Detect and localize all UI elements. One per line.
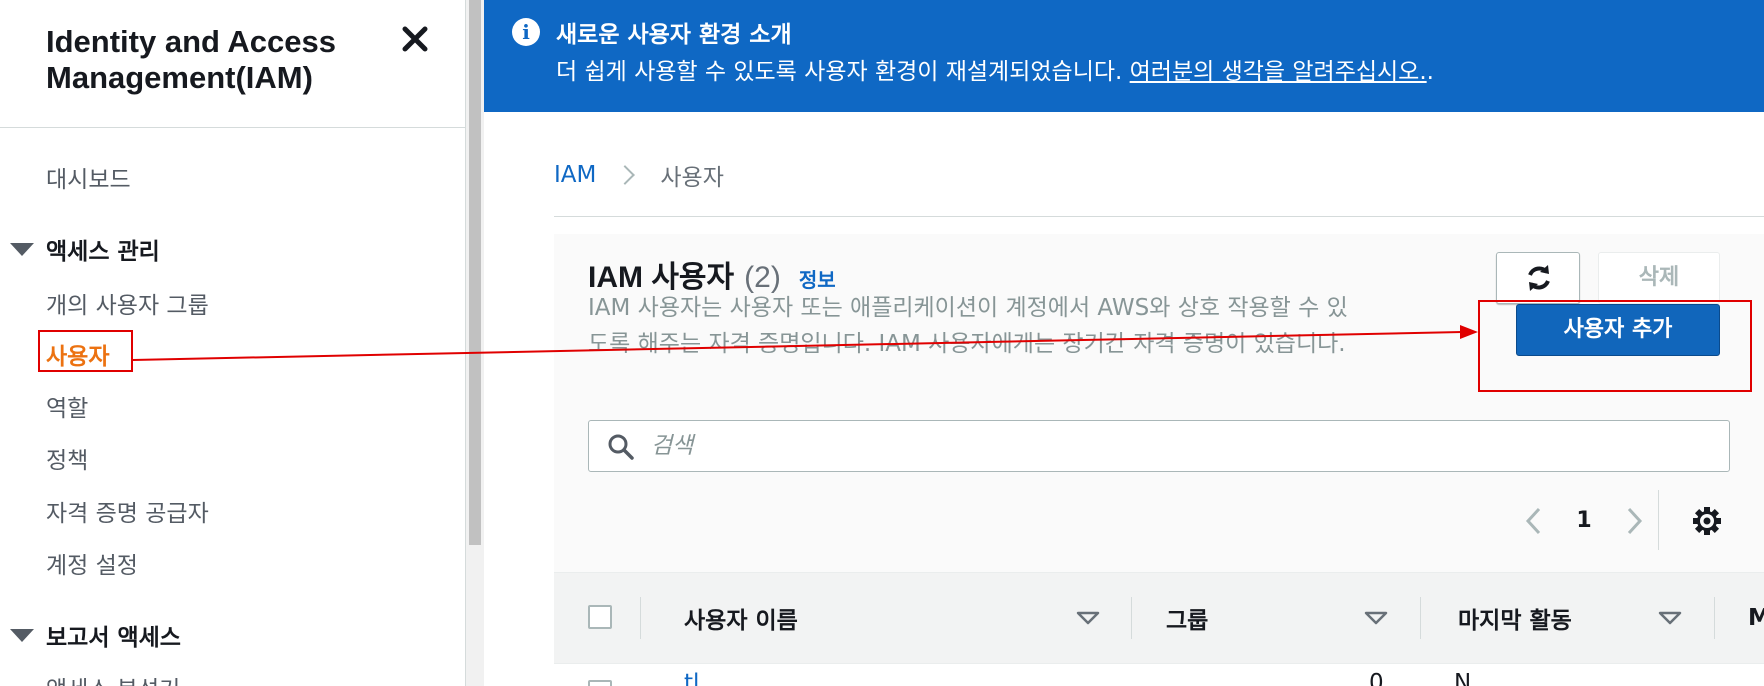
- chevron-right-icon: [1627, 507, 1643, 535]
- sidebar-title: Identity and Access Management(IAM): [46, 24, 337, 95]
- row-username-link[interactable]: tl: [684, 670, 699, 686]
- chevron-left-icon: [1525, 507, 1541, 535]
- caret-down-icon: [10, 242, 34, 256]
- row-groups: 0: [1369, 670, 1384, 686]
- sidebar-item-identity-providers[interactable]: 자격 증명 공급자: [46, 494, 209, 528]
- next-page-button[interactable]: [1614, 498, 1654, 544]
- preferences-button[interactable]: [1684, 498, 1730, 544]
- sidebar-item-account-settings[interactable]: 계정 설정: [46, 546, 138, 580]
- sort-down-icon[interactable]: [1076, 611, 1100, 625]
- sidebar: Identity and Access Management(IAM) 대시보드…: [0, 0, 466, 686]
- breadcrumb-divider: [554, 216, 1764, 217]
- banner-message: 더 쉽게 사용할 수 있도록 사용자 환경이 재설계되었습니다.: [556, 59, 1130, 85]
- row-checkbox[interactable]: [588, 680, 612, 686]
- column-header-groups[interactable]: 그룹: [1166, 573, 1208, 663]
- sidebar-section-label: 액세스 관리: [46, 239, 160, 265]
- new-experience-banner: i 새로운 사용자 환경 소개 더 쉽게 사용할 수 있도록 사용자 환경이 재…: [484, 0, 1764, 112]
- annotation-highlight-users: [38, 330, 133, 372]
- sidebar-section-access-management[interactable]: 액세스 관리: [10, 232, 160, 266]
- sidebar-item-policies[interactable]: 정책: [46, 441, 88, 475]
- banner-link-suffix: .: [1426, 59, 1434, 85]
- gear-icon: [1693, 507, 1721, 535]
- sidebar-section-label: 보고서 액세스: [46, 625, 181, 651]
- previous-page-button[interactable]: [1514, 498, 1554, 544]
- table-row: tl 0 N: [554, 664, 1764, 686]
- table-header: 사용자 이름 그룹 마지막 활동 M: [554, 572, 1764, 664]
- column-separator: [1420, 597, 1421, 639]
- sidebar-item-user-groups[interactable]: 개의 사용자 그룹: [46, 286, 209, 320]
- banner-text: 더 쉽게 사용할 수 있도록 사용자 환경이 재설계되었습니다. 여러분의 생각…: [556, 52, 1434, 86]
- panel-description: IAM 사용자는 사용자 또는 애플리케이션이 계정에서 AWS와 상호 작용할…: [588, 295, 1348, 357]
- annotation-highlight-add-user: [1478, 300, 1752, 392]
- search-icon: [608, 434, 634, 460]
- feedback-link[interactable]: 여러분의 생각을 알려주십시오.: [1130, 59, 1427, 85]
- chevron-right-icon: [615, 165, 636, 185]
- pager-divider: [1658, 490, 1659, 550]
- sort-down-icon[interactable]: [1658, 611, 1682, 625]
- search-box: [588, 420, 1730, 472]
- close-icon[interactable]: [400, 24, 430, 54]
- users-panel: IAM 사용자 (2) 정보 IAM 사용자는 사용자 또는 애플리케이션이 계…: [554, 234, 1764, 686]
- sidebar-section-reports[interactable]: 보고서 액세스: [10, 618, 181, 652]
- sidebar-item-access-analyzer[interactable]: 액세스 분석기: [46, 670, 180, 686]
- column-separator: [1714, 597, 1715, 639]
- select-all-checkbox[interactable]: [588, 605, 612, 629]
- breadcrumb-current: 사용자: [660, 165, 724, 191]
- column-separator: [1131, 597, 1132, 639]
- search-input[interactable]: [651, 421, 1711, 471]
- scrollbar-thumb[interactable]: [469, 0, 481, 545]
- sidebar-item-dashboard[interactable]: 대시보드: [46, 160, 131, 194]
- sidebar-item-roles[interactable]: 역할: [46, 389, 88, 423]
- breadcrumb-iam[interactable]: IAM: [554, 162, 596, 188]
- sidebar-divider: [0, 127, 466, 128]
- app-root: Identity and Access Management(IAM) 대시보드…: [0, 0, 1764, 686]
- column-header-last-activity[interactable]: 마지막 활동: [1458, 573, 1572, 663]
- row-last-activity: N: [1454, 670, 1472, 686]
- info-icon: i: [512, 18, 540, 46]
- refresh-button[interactable]: [1496, 252, 1580, 304]
- info-link[interactable]: 정보: [799, 264, 836, 293]
- page-number[interactable]: 1: [1554, 498, 1614, 544]
- column-header-username[interactable]: 사용자 이름: [684, 573, 798, 663]
- sort-down-icon[interactable]: [1364, 611, 1388, 625]
- breadcrumb: IAM 사용자: [554, 158, 724, 192]
- column-separator: [640, 597, 641, 639]
- column-header-mfa[interactable]: M: [1748, 573, 1764, 663]
- banner-title: 새로운 사용자 환경 소개: [556, 22, 792, 48]
- delete-button[interactable]: 삭제: [1598, 252, 1720, 304]
- refresh-icon: [1528, 265, 1550, 291]
- caret-down-icon: [10, 628, 34, 642]
